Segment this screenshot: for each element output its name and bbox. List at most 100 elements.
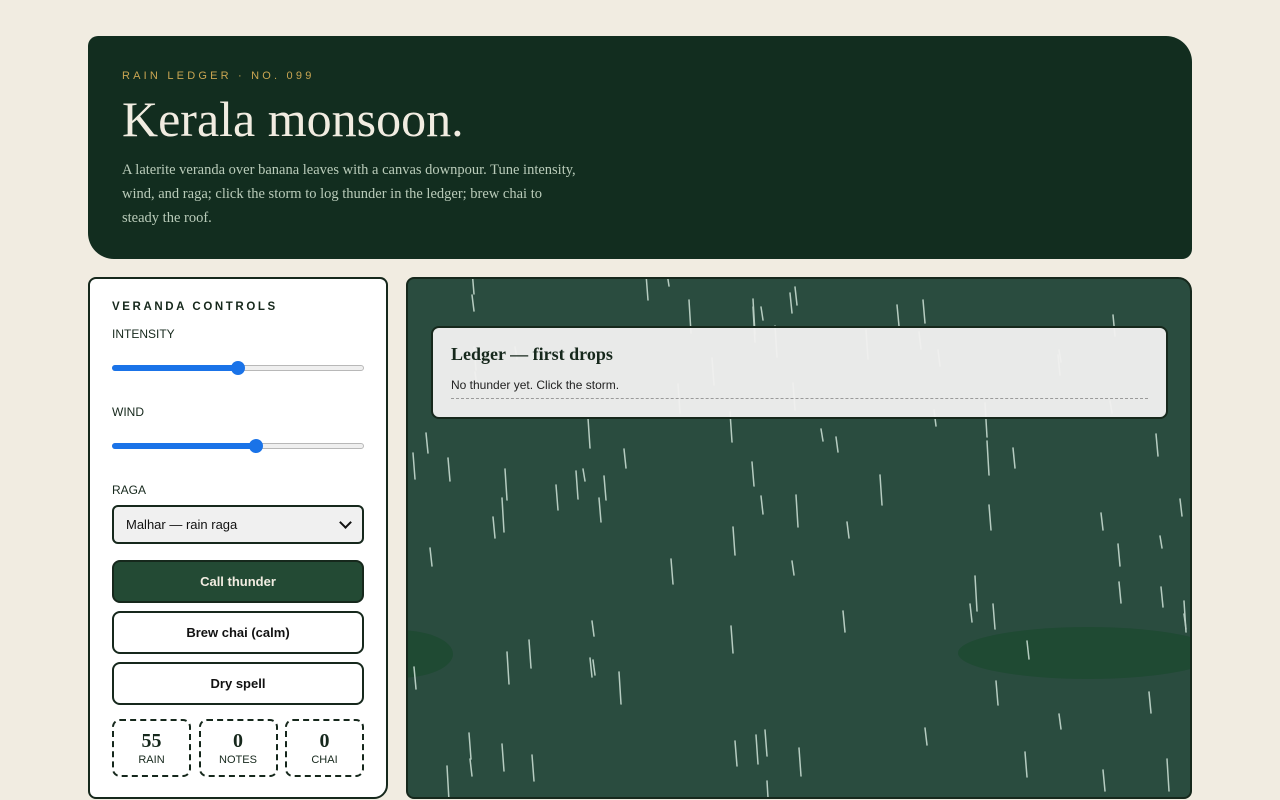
raindrop bbox=[1058, 713, 1062, 730]
raindrop bbox=[623, 448, 627, 469]
raindrop bbox=[1155, 433, 1159, 457]
raindrop bbox=[446, 765, 450, 797]
raindrop bbox=[468, 732, 472, 760]
raga-label: RAGA bbox=[112, 483, 147, 497]
panel-title: VERANDA CONTROLS bbox=[112, 301, 278, 313]
brew-chai-button[interactable]: Brew chai (calm) bbox=[112, 611, 364, 654]
ledger-entry: No thunder yet. Click the storm. bbox=[451, 378, 1148, 399]
raindrop bbox=[469, 758, 473, 777]
raindrop bbox=[969, 603, 973, 623]
stat-rain-value: 55 bbox=[141, 730, 162, 752]
raindrop bbox=[506, 651, 510, 685]
stat-chai: 0 CHAI bbox=[285, 719, 364, 777]
raindrop bbox=[592, 659, 596, 676]
raindrop bbox=[791, 560, 795, 576]
raindrop bbox=[760, 495, 764, 515]
stat-rain-label: RAIN bbox=[138, 754, 165, 766]
raindrop bbox=[1160, 586, 1164, 608]
wind-slider[interactable] bbox=[112, 439, 364, 453]
raindrop bbox=[732, 526, 736, 556]
dry-spell-button[interactable]: Dry spell bbox=[112, 662, 364, 705]
raindrop bbox=[751, 461, 755, 487]
raindrop bbox=[667, 279, 670, 287]
raindrop bbox=[447, 457, 451, 482]
raindrop bbox=[501, 743, 505, 772]
call-thunder-button[interactable]: Call thunder bbox=[112, 560, 364, 603]
raindrop bbox=[1179, 498, 1183, 517]
wind-slider-thumb[interactable] bbox=[248, 439, 263, 453]
page-description: A laterite veranda over banana leaves wi… bbox=[122, 162, 576, 226]
hero-banner: RAIN LEDGER · NO. 099 Kerala monsoon. A … bbox=[88, 36, 1192, 259]
raindrop bbox=[760, 306, 764, 321]
raindrop bbox=[789, 292, 793, 314]
stat-notes-label: NOTES bbox=[219, 754, 257, 766]
raindrop bbox=[501, 497, 505, 533]
raindrop bbox=[988, 504, 992, 531]
raindrop bbox=[986, 440, 990, 476]
intensity-slider-fill bbox=[112, 365, 238, 371]
raindrop bbox=[555, 484, 559, 511]
raindrop bbox=[879, 474, 883, 506]
stat-notes: 0 NOTES bbox=[198, 719, 278, 777]
raindrop bbox=[504, 468, 508, 501]
raindrop bbox=[429, 547, 433, 567]
raindrop bbox=[1118, 581, 1122, 604]
raindrop bbox=[471, 279, 475, 295]
stat-notes-value: 0 bbox=[233, 730, 243, 752]
raindrop bbox=[846, 521, 850, 539]
raga-select[interactable]: Malhar — rain raga bbox=[112, 505, 364, 544]
raindrop bbox=[992, 603, 996, 630]
ledger-card: Ledger — first drops No thunder yet. Cli… bbox=[431, 326, 1168, 419]
raindrop bbox=[1166, 758, 1170, 792]
raindrop bbox=[764, 729, 768, 757]
storm-canvas[interactable]: Ledger — first drops No thunder yet. Cli… bbox=[406, 277, 1192, 799]
raindrop bbox=[528, 639, 532, 669]
raindrop bbox=[582, 468, 586, 482]
raindrop bbox=[896, 304, 900, 327]
stat-chai-value: 0 bbox=[319, 730, 330, 752]
chevron-down-icon bbox=[339, 516, 352, 529]
raindrop bbox=[598, 497, 602, 523]
raindrop bbox=[589, 657, 593, 678]
raindrop bbox=[835, 436, 839, 453]
raindrop bbox=[798, 747, 802, 777]
raindrop bbox=[425, 432, 429, 454]
raindrop bbox=[995, 680, 999, 706]
raindrop bbox=[922, 299, 926, 324]
raindrop bbox=[587, 417, 591, 449]
raindrop bbox=[618, 671, 622, 705]
raindrop bbox=[645, 279, 649, 301]
raindrop bbox=[795, 494, 799, 528]
raindrop bbox=[670, 558, 674, 585]
raindrop bbox=[766, 780, 769, 797]
raindrop bbox=[734, 740, 738, 767]
raindrop bbox=[603, 475, 607, 501]
page-title: Kerala monsoon. bbox=[122, 91, 464, 147]
ledger-title: Ledger — first drops bbox=[451, 344, 613, 364]
raindrop bbox=[471, 294, 475, 312]
stats-row: 55 RAIN 0 NOTES 0 CHAI bbox=[112, 719, 364, 777]
raindrop bbox=[1012, 447, 1016, 469]
wind-slider-fill bbox=[112, 443, 256, 449]
raindrop bbox=[531, 754, 535, 782]
raindrop bbox=[974, 575, 978, 612]
raindrop bbox=[842, 610, 846, 633]
intensity-slider[interactable] bbox=[112, 361, 364, 375]
raindrop bbox=[1102, 769, 1106, 792]
raindrop bbox=[412, 452, 416, 480]
raga-selected-value: Malhar — rain raga bbox=[126, 517, 238, 532]
intensity-label: INTENSITY bbox=[112, 327, 175, 341]
stat-chai-label: CHAI bbox=[311, 754, 338, 766]
raindrop bbox=[575, 470, 579, 500]
raindrop bbox=[591, 620, 595, 637]
banana-leaf-right bbox=[958, 627, 1190, 679]
raindrop bbox=[1159, 535, 1163, 549]
raindrop bbox=[1117, 543, 1121, 567]
issue-kicker: RAIN LEDGER · NO. 099 bbox=[122, 70, 315, 82]
raindrop bbox=[492, 516, 496, 539]
raindrop bbox=[794, 286, 798, 306]
intensity-slider-thumb[interactable] bbox=[231, 361, 245, 375]
veranda-controls-panel: VERANDA CONTROLS INTENSITY WIND RAGA Mal… bbox=[88, 277, 388, 799]
raindrop bbox=[1148, 691, 1152, 714]
raindrop bbox=[820, 428, 824, 442]
